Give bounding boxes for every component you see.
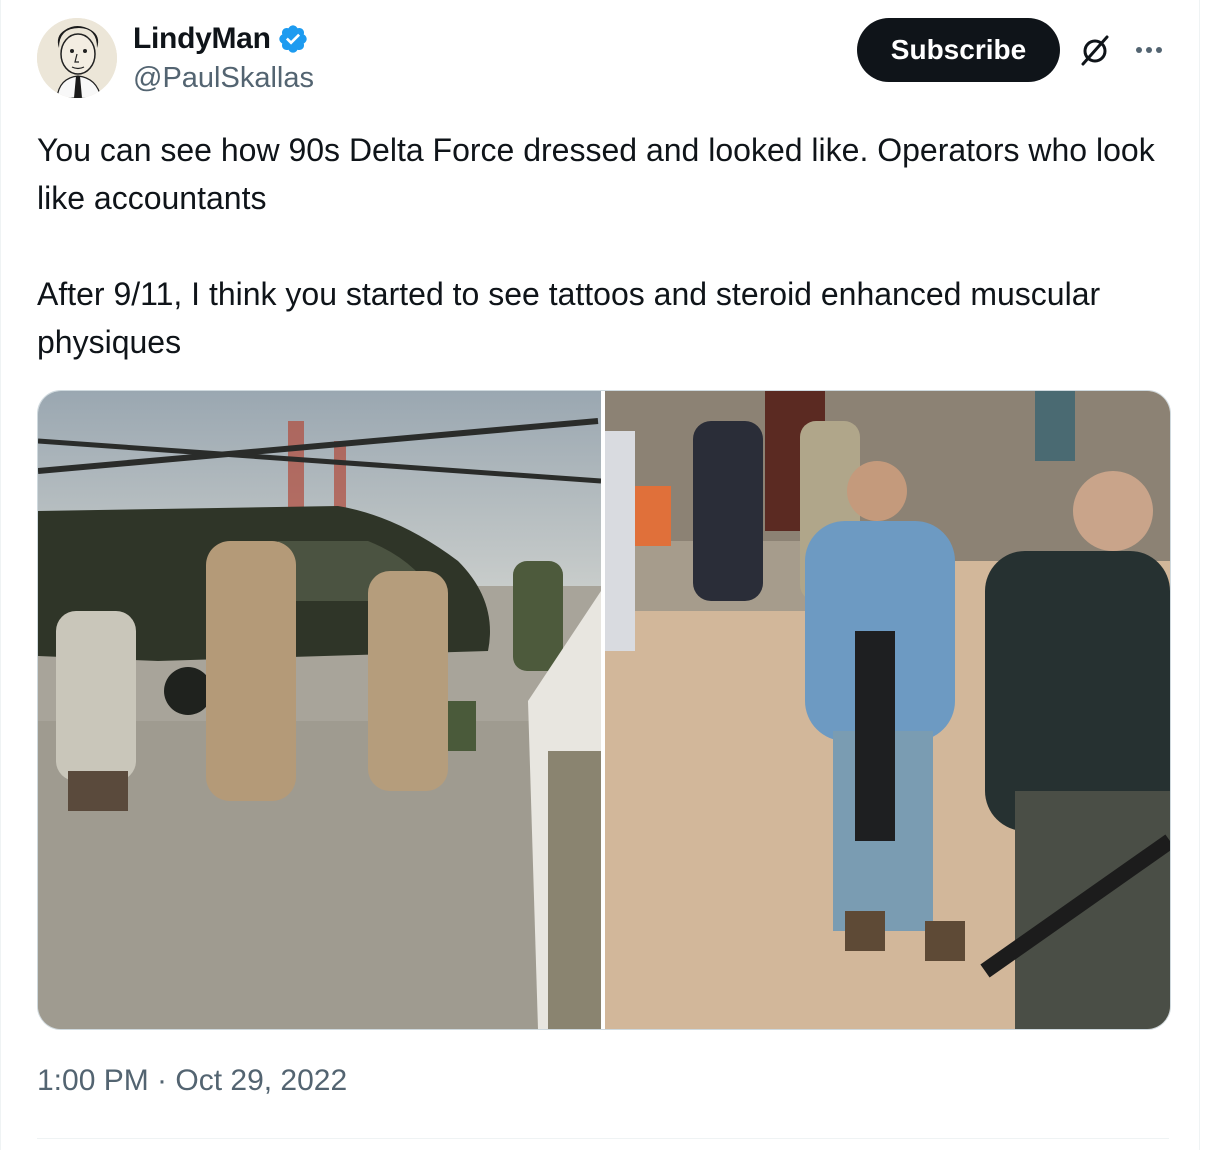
tweet-media-grid	[37, 390, 1171, 1030]
grok-slash-circle-icon[interactable]	[1075, 30, 1115, 70]
author-name-row: LindyMan	[133, 22, 309, 56]
tweet-text: You can see how 90s Delta Force dressed …	[37, 132, 1155, 360]
helicopter-scene-image	[38, 391, 601, 1029]
tweet-photo-helicopter[interactable]	[38, 391, 601, 1029]
tweet-timestamp[interactable]: 1:00 PM · Oct 29, 2022	[37, 1064, 347, 1098]
tweet-photo-street[interactable]	[605, 391, 1170, 1029]
subscribe-button[interactable]: Subscribe	[857, 18, 1060, 82]
bottom-divider	[37, 1138, 1169, 1139]
author-display-name[interactable]: LindyMan	[133, 22, 271, 56]
avatar-caricature-icon	[37, 18, 117, 98]
author-avatar[interactable]	[37, 18, 117, 98]
tweet-card: LindyMan @PaulSkallas Subscribe You can …	[0, 0, 1200, 1150]
street-scene-image	[605, 391, 1170, 1029]
verified-badge-icon[interactable]	[277, 23, 309, 55]
more-horizontal-icon[interactable]	[1129, 30, 1169, 70]
author-handle[interactable]: @PaulSkallas	[133, 62, 314, 95]
